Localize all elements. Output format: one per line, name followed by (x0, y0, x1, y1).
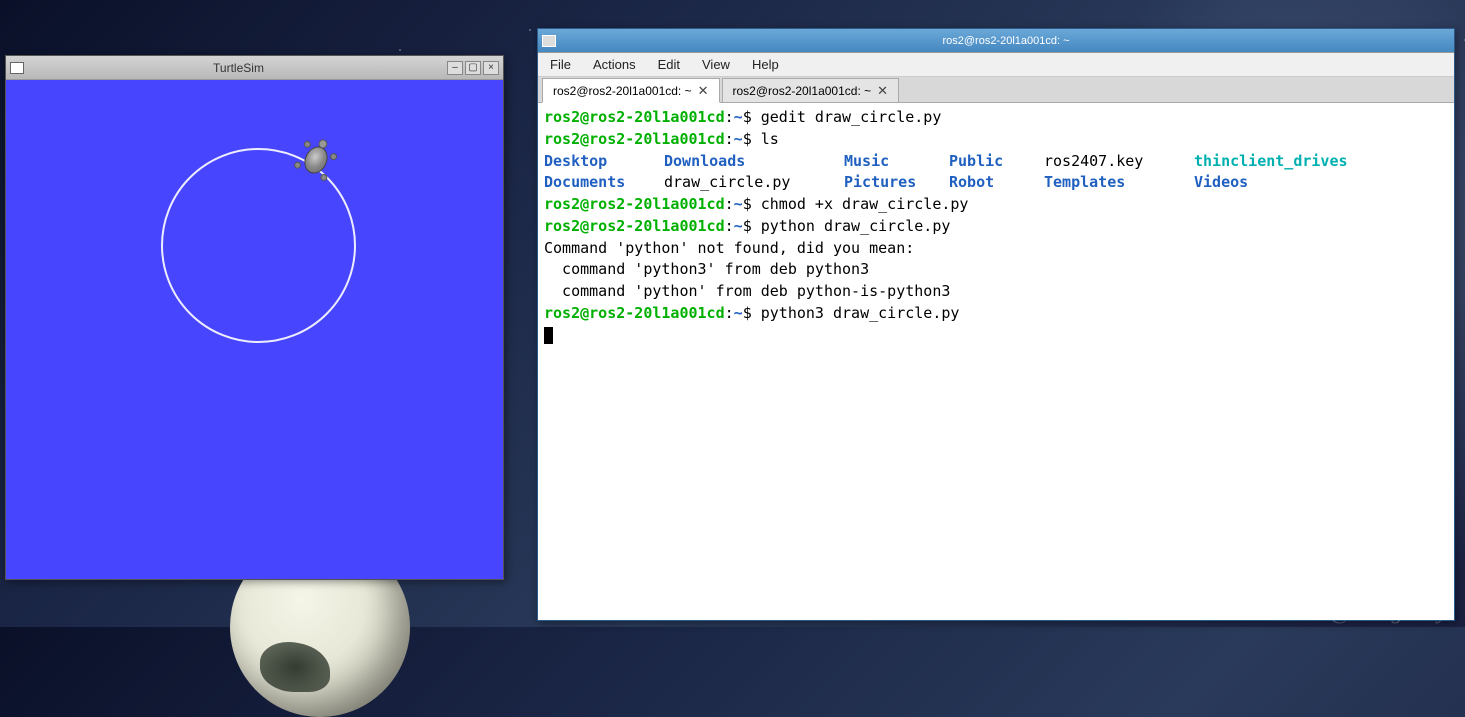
error-text: Command 'python' not found, did you mean… (544, 239, 914, 257)
ls-row: DesktopDownloadsMusicPublicros2407.keyth… (544, 151, 1448, 173)
maximize-button[interactable]: ▢ (465, 61, 481, 75)
terminal-output[interactable]: ros2@ros2-20l1a001cd:~$ gedit draw_circl… (538, 103, 1454, 620)
terminal-tabbar: ros2@ros2-20l1a001cd: ~ ✕ ros2@ros2-20l1… (538, 77, 1454, 103)
turtlesim-titlebar[interactable]: TurtleSim – ▢ × (6, 56, 503, 80)
tab-label: ros2@ros2-20l1a001cd: ~ (553, 84, 692, 98)
window-controls: – ▢ × (447, 61, 499, 75)
minimize-button[interactable]: – (447, 61, 463, 75)
turtlesim-canvas (6, 80, 503, 579)
prompt-path: ~ (734, 108, 743, 126)
close-button[interactable]: × (483, 61, 499, 75)
terminal-window[interactable]: ros2@ros2-20l1a001cd: ~ File Actions Edi… (537, 28, 1455, 621)
tab-close-icon[interactable]: ✕ (698, 83, 709, 99)
window-icon (10, 62, 24, 74)
command-text: python draw_circle.py (761, 217, 951, 235)
terminal-title: ros2@ros2-20l1a001cd: ~ (562, 35, 1450, 47)
prompt-user: ros2@ros2-20l1a001cd (544, 108, 725, 126)
terminal-titlebar[interactable]: ros2@ros2-20l1a001cd: ~ (538, 29, 1454, 53)
turtlesim-window[interactable]: TurtleSim – ▢ × (5, 55, 504, 580)
terminal-cursor (544, 327, 553, 344)
menu-file[interactable]: File (546, 55, 575, 74)
error-text: command 'python' from deb python-is-pyth… (544, 282, 950, 300)
tab-label: ros2@ros2-20l1a001cd: ~ (733, 84, 872, 98)
menu-help[interactable]: Help (748, 55, 783, 74)
terminal-tab-1[interactable]: ros2@ros2-20l1a001cd: ~ ✕ (542, 78, 720, 103)
menu-view[interactable]: View (698, 55, 734, 74)
error-text: command 'python3' from deb python3 (544, 260, 869, 278)
ls-row: Documentsdraw_circle.pyPicturesRobotTemp… (544, 172, 1448, 194)
turtlesim-title: TurtleSim (30, 61, 447, 75)
command-text: gedit draw_circle.py (761, 108, 942, 126)
command-text: ls (761, 130, 779, 148)
tab-close-icon[interactable]: ✕ (877, 83, 888, 99)
command-text: chmod +x draw_circle.py (761, 195, 969, 213)
terminal-menubar: File Actions Edit View Help (538, 53, 1454, 77)
terminal-tab-2[interactable]: ros2@ros2-20l1a001cd: ~ ✕ (722, 78, 900, 102)
menu-actions[interactable]: Actions (589, 55, 640, 74)
window-icon (542, 35, 556, 47)
command-text: python3 draw_circle.py (761, 304, 960, 322)
menu-edit[interactable]: Edit (654, 55, 684, 74)
